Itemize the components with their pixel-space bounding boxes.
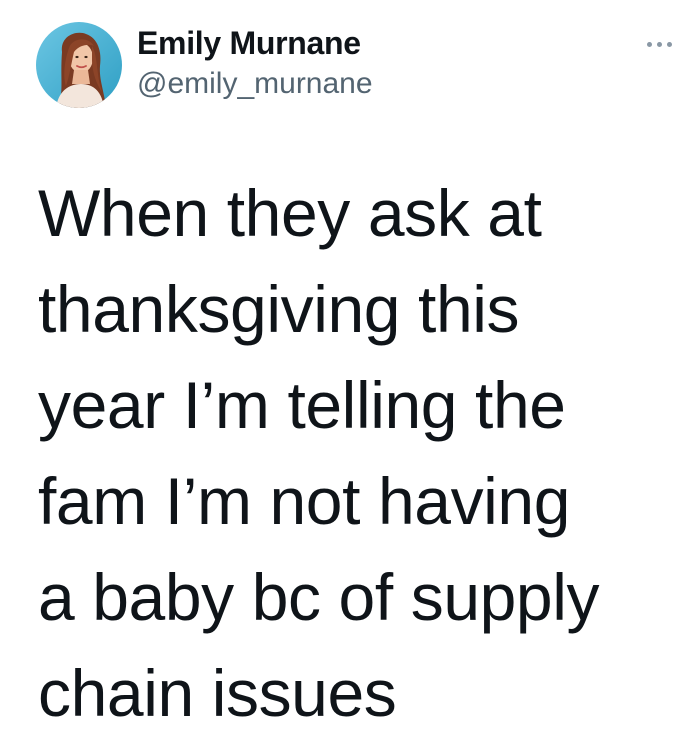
tweet-card: Emily Murnane @emily_murnane When they a…	[0, 0, 700, 745]
avatar-photo-icon	[36, 22, 122, 108]
avatar[interactable]	[36, 22, 122, 108]
tweet-text: When they ask at thanksgiving this year …	[38, 176, 600, 730]
dot	[646, 41, 652, 47]
author-names: Emily Murnane @emily_murnane	[137, 24, 373, 104]
dot	[666, 41, 672, 47]
tweet-header: Emily Murnane @emily_murnane	[36, 22, 676, 112]
dot	[656, 41, 662, 47]
more-options-icon[interactable]	[634, 32, 684, 56]
display-name[interactable]: Emily Murnane	[137, 24, 373, 62]
user-handle[interactable]: @emily_murnane	[137, 64, 373, 104]
